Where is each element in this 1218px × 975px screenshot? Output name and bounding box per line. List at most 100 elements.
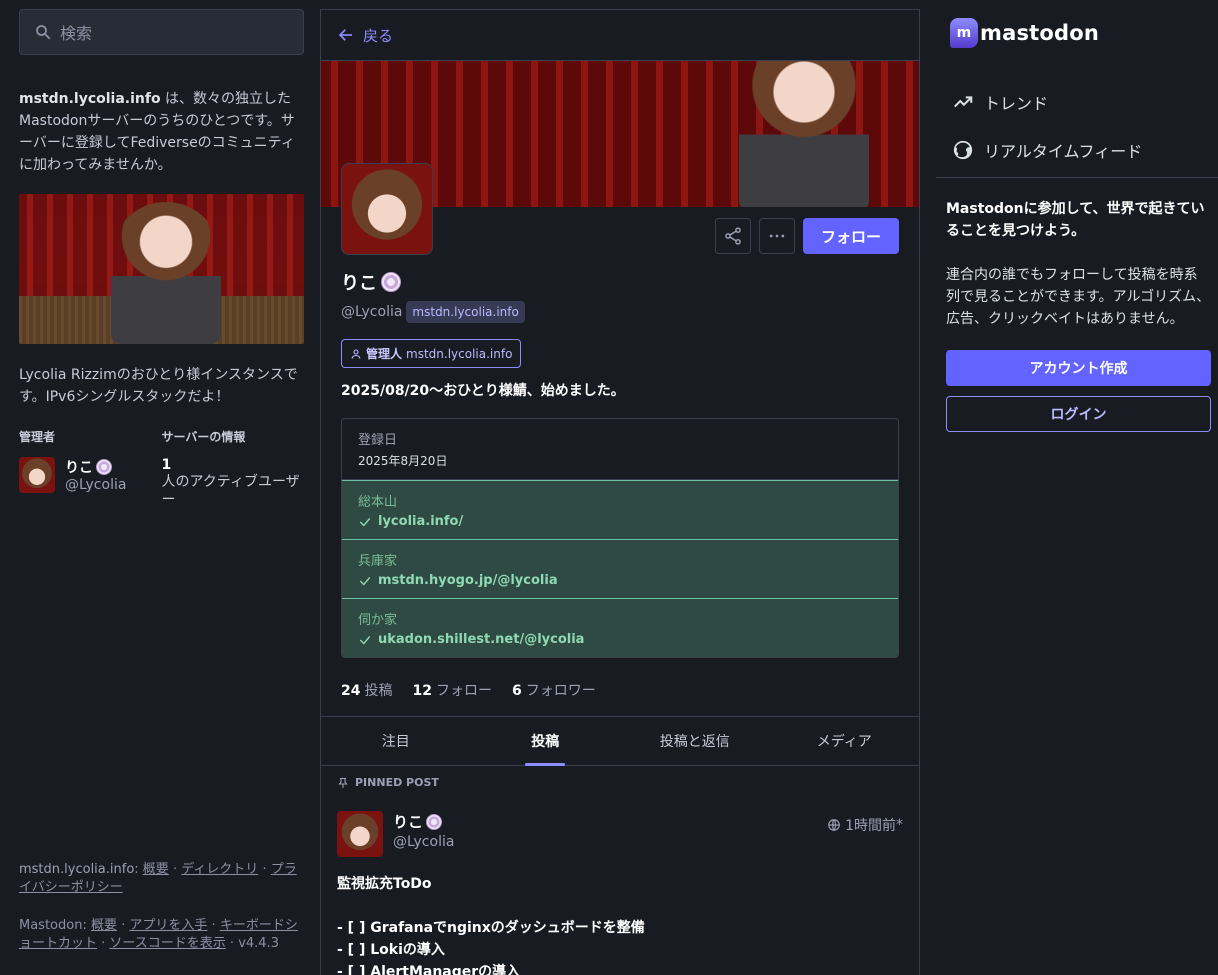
- username: @Lycolia: [341, 304, 403, 320]
- search-icon: [36, 25, 51, 40]
- back-button[interactable]: 戻る: [321, 10, 919, 61]
- signup-text: 連合内の誰でもフォローして投稿を時系列で見ることができます。アルゴリズム、広告、…: [946, 267, 1211, 327]
- left-column: 検索 mstdn.lycolia.info は、数々の独立したMastodonサ…: [19, 9, 304, 975]
- field-link[interactable]: mstdn.hyogo.jp/@lycolia: [378, 573, 558, 588]
- field-name: 兵庫家: [358, 554, 398, 569]
- field-name: 総本山: [358, 495, 398, 510]
- search-input[interactable]: 検索: [19, 9, 304, 55]
- check-icon: [359, 517, 371, 527]
- server-about: mstdn.lycolia.info は、数々の独立したMastodonサーバー…: [19, 88, 304, 176]
- footer-link-apps[interactable]: アプリを入手: [129, 918, 207, 933]
- brand-name: mastodon: [980, 21, 1100, 45]
- signup-heading: Mastodonに参加して、世界で起きていることを見つけよう。: [946, 201, 1205, 239]
- tab-featured[interactable]: 注目: [321, 717, 471, 765]
- active-users-label: 人のアクティブユーザー: [161, 474, 300, 508]
- footer-link-mastodon-about[interactable]: 概要: [91, 918, 117, 933]
- custom-emoji-icon: [96, 459, 112, 475]
- post-timestamp[interactable]: 1時間前 *: [827, 815, 903, 835]
- field-name: 伺か家: [358, 613, 398, 628]
- nav-trends[interactable]: トレンド: [952, 78, 1202, 126]
- divider: [936, 177, 1218, 178]
- profile-column: 戻る フォロー りこ @Lycolia mstdn.lycolia.info 管…: [320, 9, 920, 975]
- globe-icon: [953, 140, 973, 160]
- server-info-heading: サーバーの情報: [161, 430, 246, 444]
- arrow-left-icon: [338, 29, 352, 41]
- server-blurb: Lycolia Rizzimのおひとり様インスタンスです。IPv6シングルスタッ…: [19, 367, 298, 405]
- avatar[interactable]: [337, 811, 383, 857]
- ellipsis-icon: [769, 234, 785, 238]
- footer-version: v4.4.3: [238, 936, 279, 951]
- field-link[interactable]: lycolia.info/: [378, 514, 463, 529]
- nav-live-feeds[interactable]: リアルタイムフィード: [952, 126, 1202, 174]
- profile-bio: 2025/08/20〜おひとり様鯖、始めました。: [341, 383, 625, 399]
- admin-section: 管理者 りこ @Lycolia: [19, 428, 162, 509]
- profile-avatar[interactable]: [341, 163, 433, 255]
- globe-icon: [828, 819, 840, 831]
- profile-field: 総本山 lycolia.info/: [342, 481, 898, 540]
- pinned-label: PINNED POST: [355, 776, 439, 789]
- right-column: m mastodon トレンド リアルタイムフィード Mastodonに参加して…: [936, 0, 1218, 975]
- edited-mark: *: [896, 817, 903, 833]
- profile-actions: フォロー: [715, 218, 899, 254]
- search-placeholder: 検索: [60, 24, 93, 43]
- login-button[interactable]: ログイン: [946, 396, 1211, 432]
- post-content: 監視拡充ToDo - [ ] Grafanaでnginxのダッシュボードを整備 …: [337, 876, 645, 975]
- joined-field: 登録日 2025年8月20日: [342, 419, 898, 480]
- tab-posts[interactable]: 投稿: [471, 717, 621, 765]
- domain-chip[interactable]: mstdn.lycolia.info: [406, 301, 525, 323]
- mastodon-logo[interactable]: m mastodon: [950, 18, 1099, 48]
- follow-button[interactable]: フォロー: [803, 218, 899, 254]
- posts-count[interactable]: 24 投稿: [341, 680, 392, 700]
- left-footer: mstdn.lycolia.info: 概要 · ディレクトリ · プライバシー…: [19, 862, 298, 951]
- check-icon: [359, 635, 371, 645]
- admin-account[interactable]: りこ @Lycolia: [19, 457, 162, 493]
- server-hero-image: [19, 194, 304, 344]
- more-options-button[interactable]: [759, 218, 795, 254]
- server-info-section: サーバーの情報 1 人のアクティブユーザー: [162, 428, 305, 509]
- role-badge: 管理人 mstdn.lycolia.info: [341, 339, 522, 368]
- field-link[interactable]: ukadon.shillest.net/@lycolia: [378, 632, 584, 647]
- admin-name: りこ: [65, 460, 93, 476]
- active-users-count: 1: [161, 457, 172, 473]
- profile-field: 兵庫家 mstdn.hyogo.jp/@lycolia: [342, 540, 898, 599]
- post-author-handle: @Lycolia: [393, 834, 455, 850]
- pin-icon: [338, 777, 348, 788]
- check-icon: [359, 576, 371, 586]
- navigation: トレンド リアルタイムフィード: [952, 78, 1202, 174]
- footer-link-about[interactable]: 概要: [143, 862, 169, 877]
- pinned-indicator: PINNED POST: [321, 766, 919, 799]
- custom-emoji-icon: [426, 813, 443, 830]
- share-icon: [725, 227, 741, 245]
- tab-posts-and-replies[interactable]: 投稿と返信: [620, 717, 770, 765]
- nav-label: リアルタイムフィード: [984, 142, 1143, 161]
- share-button[interactable]: [715, 218, 751, 254]
- profile-fields: 登録日 2025年8月20日 総本山 lycolia.info/ 兵庫家 mst…: [341, 418, 899, 658]
- signup-panel: Mastodonに参加して、世界で起きていることを見つけよう。 連合内の誰でもフ…: [946, 198, 1211, 432]
- role-label: 管理人: [366, 347, 403, 361]
- joined-label: 登録日: [358, 433, 398, 448]
- back-label: 戻る: [363, 26, 394, 45]
- create-account-button[interactable]: アカウント作成: [946, 350, 1211, 386]
- trending-icon: [954, 96, 973, 108]
- role-domain: mstdn.lycolia.info: [406, 346, 513, 361]
- profile-counts: 24 投稿 12 フォロー 6 フォロワー: [341, 680, 899, 700]
- following-count[interactable]: 12 フォロー: [412, 680, 491, 700]
- footer-link-directory[interactable]: ディレクトリ: [181, 862, 258, 877]
- post-author-name: りこ: [393, 813, 424, 831]
- joined-date: 2025年8月20日: [358, 454, 448, 468]
- admin-handle: @Lycolia: [65, 477, 127, 493]
- followers-count[interactable]: 6 フォロワー: [512, 680, 596, 700]
- status-post[interactable]: りこ @Lycolia 1時間前 * 監視拡充ToDo - [ ] Grafana…: [321, 799, 919, 975]
- tab-media[interactable]: メディア: [770, 717, 920, 765]
- avatar[interactable]: [19, 457, 55, 493]
- profile-tabs: 注目 投稿 投稿と返信 メディア: [321, 716, 919, 766]
- admin-heading: 管理者: [19, 430, 56, 444]
- server-meta: 管理者 りこ @Lycolia サーバーの情報 1 人のアクティブユーザー: [19, 428, 304, 509]
- nav-label: トレンド: [984, 94, 1049, 113]
- footer-link-source[interactable]: ソースコードを表示: [109, 936, 225, 951]
- profile-field: 伺か家 ukadon.shillest.net/@lycolia: [342, 599, 898, 657]
- footer-mastodon: Mastodon: [19, 918, 83, 933]
- user-icon: [351, 348, 361, 359]
- footer-site-name: mstdn.lycolia.info: [19, 862, 135, 877]
- server-domain: mstdn.lycolia.info: [19, 91, 161, 107]
